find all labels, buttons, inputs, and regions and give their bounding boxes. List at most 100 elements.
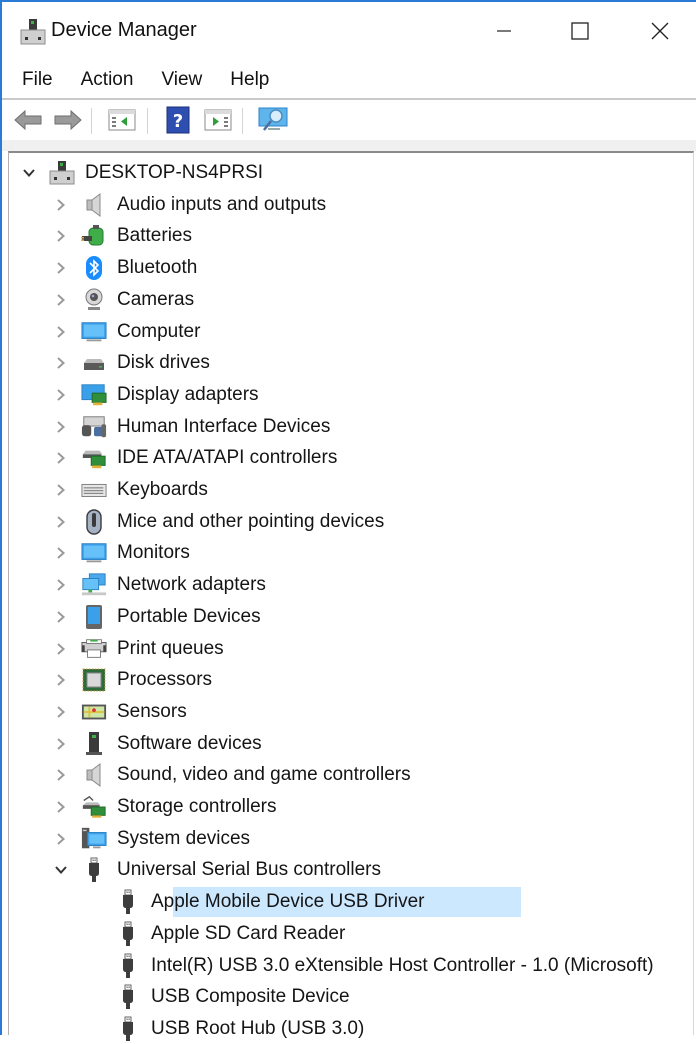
chevron-right-icon[interactable] (53, 260, 69, 276)
tree-category-node[interactable]: Cameras (9, 285, 693, 315)
chevron-right-icon[interactable] (53, 704, 69, 720)
toolbar-bottom-strip (2, 140, 696, 151)
tree-category-node[interactable]: Software devices (9, 729, 693, 759)
back-button[interactable] (12, 104, 44, 136)
menu-view[interactable]: View (161, 69, 202, 91)
chevron-right-icon[interactable] (53, 387, 69, 403)
chevron-right-icon[interactable] (53, 736, 69, 752)
menu-help[interactable]: Help (230, 69, 269, 91)
chevron-right-icon[interactable] (53, 197, 69, 213)
chevron-right-icon[interactable] (53, 419, 69, 435)
tree-category-node[interactable]: System devices (9, 824, 693, 854)
chevron-right-icon[interactable] (53, 577, 69, 593)
tree-category-node[interactable]: IDE ATA/ATAPI controllers (9, 443, 693, 473)
tree-category-node[interactable]: Mice and other pointing devices (9, 507, 693, 537)
chevron-down-icon[interactable] (53, 862, 69, 878)
show-hide-console-tree-button[interactable] (106, 104, 138, 136)
toolbar-separator (242, 108, 243, 134)
tree-category-node[interactable]: Portable Devices (9, 602, 693, 632)
tree-node-label: Storage controllers (117, 796, 277, 817)
chevron-right-icon[interactable] (53, 545, 69, 561)
usb-plug-icon (115, 953, 141, 979)
webcam-icon (81, 287, 107, 313)
tree-category-node[interactable]: Keyboards (9, 475, 693, 505)
chevron-right-icon[interactable] (53, 292, 69, 308)
title-bar[interactable]: Device Manager (2, 2, 696, 60)
chevron-right-icon[interactable] (53, 324, 69, 340)
tree-node-label: Processors (117, 669, 213, 691)
tree-node-label: Batteries (117, 225, 192, 247)
sensor-icon (81, 699, 107, 725)
tree-category-node[interactable]: Disk drives (9, 348, 693, 378)
tree-node-label: USB Composite Device (151, 986, 350, 1008)
tree-category-node[interactable]: Print queues (9, 634, 693, 664)
tree-device-node[interactable]: Apple Mobile Device USB Driver (9, 887, 693, 918)
tree-node-label: Sound, video and game controllers (117, 764, 411, 786)
ide-controller-icon (81, 445, 107, 471)
toolbar-separator (147, 108, 148, 134)
chevron-right-icon[interactable] (53, 450, 69, 466)
chevron-right-icon[interactable] (53, 831, 69, 847)
tree-node-label: Apple Mobile Device USB Driver (151, 891, 425, 913)
chevron-right-icon[interactable] (53, 799, 69, 815)
tree-device-node[interactable]: Apple SD Card Reader (9, 919, 693, 949)
toolbar-separator (91, 108, 92, 134)
minimize-icon (497, 30, 511, 32)
bluetooth-icon (81, 255, 107, 281)
tree-node-label: Display adapters (117, 383, 259, 405)
tree-category-node[interactable]: Audio inputs and outputs (9, 190, 693, 220)
tree-category-node[interactable]: Display adapters (9, 380, 693, 410)
monitor-icon (81, 540, 107, 566)
tree-category-node[interactable]: Universal Serial Bus controllers (9, 855, 693, 885)
tree-node-label: Portable Devices (117, 605, 261, 627)
tree-device-node[interactable]: USB Root Hub (USB 3.0) (9, 1014, 693, 1044)
chevron-right-icon[interactable] (53, 609, 69, 625)
tree-device-node[interactable]: USB Composite Device (9, 982, 693, 1012)
tree-category-node[interactable]: Storage controllers (9, 792, 693, 822)
scan-hardware-changes-button[interactable] (257, 104, 289, 136)
menu-action[interactable]: Action (81, 69, 134, 91)
usb-plug-icon (115, 889, 141, 915)
menu-file[interactable]: File (22, 69, 53, 91)
tree-node-label: USB Root Hub (USB 3.0) (151, 1017, 365, 1039)
tree-category-node[interactable]: Processors (9, 665, 693, 695)
battery-icon (81, 223, 107, 249)
minimize-button[interactable] (484, 16, 524, 46)
chevron-right-icon[interactable] (53, 767, 69, 783)
tree-category-node[interactable]: Network adapters (9, 570, 693, 600)
device-manager-window: Device Manager File Action View Help ? D… (0, 0, 696, 1041)
chevron-right-icon[interactable] (53, 514, 69, 530)
chevron-down-icon[interactable] (21, 165, 37, 181)
chevron-right-icon[interactable] (53, 641, 69, 657)
tree-category-node[interactable]: Computer (9, 317, 693, 347)
chevron-right-icon[interactable] (53, 482, 69, 498)
device-tree[interactable]: DESKTOP-NS4PRSI Audio inputs and outputs B… (8, 151, 694, 1041)
portable-device-icon (81, 604, 107, 630)
tree-category-node[interactable]: Monitors (9, 538, 693, 568)
help-button[interactable]: ? (162, 104, 194, 136)
tree-node-label: System devices (117, 827, 251, 849)
tree-category-node[interactable]: Sound, video and game controllers (9, 760, 693, 790)
tree-category-node[interactable]: Batteries (9, 221, 693, 251)
maximize-button[interactable] (560, 16, 600, 46)
chevron-right-icon[interactable] (53, 228, 69, 244)
display-adapter-icon (81, 382, 107, 408)
tree-category-node[interactable]: Bluetooth (9, 253, 693, 283)
tree-category-node[interactable]: Human Interface Devices (9, 412, 693, 442)
tree-category-node[interactable]: Sensors (9, 697, 693, 727)
chevron-right-icon[interactable] (53, 355, 69, 371)
close-button[interactable] (640, 16, 680, 46)
tree-node-label: Mice and other pointing devices (117, 510, 385, 532)
tree-node-label: DESKTOP-NS4PRSI (85, 162, 264, 183)
tree-device-node[interactable]: Intel(R) USB 3.0 eXtensible Host Control… (9, 951, 693, 981)
forward-button[interactable] (52, 104, 84, 136)
help-icon: ? (166, 106, 190, 134)
mouse-icon (81, 508, 107, 535)
toolbar: ? (2, 100, 696, 140)
tree-root-node[interactable]: DESKTOP-NS4PRSI (9, 158, 693, 188)
action-pane-icon (204, 109, 232, 131)
processor-icon (81, 667, 107, 693)
show-hide-action-pane-button[interactable] (202, 104, 234, 136)
tree-node-label: Sensors (117, 700, 187, 722)
chevron-right-icon[interactable] (53, 672, 69, 688)
